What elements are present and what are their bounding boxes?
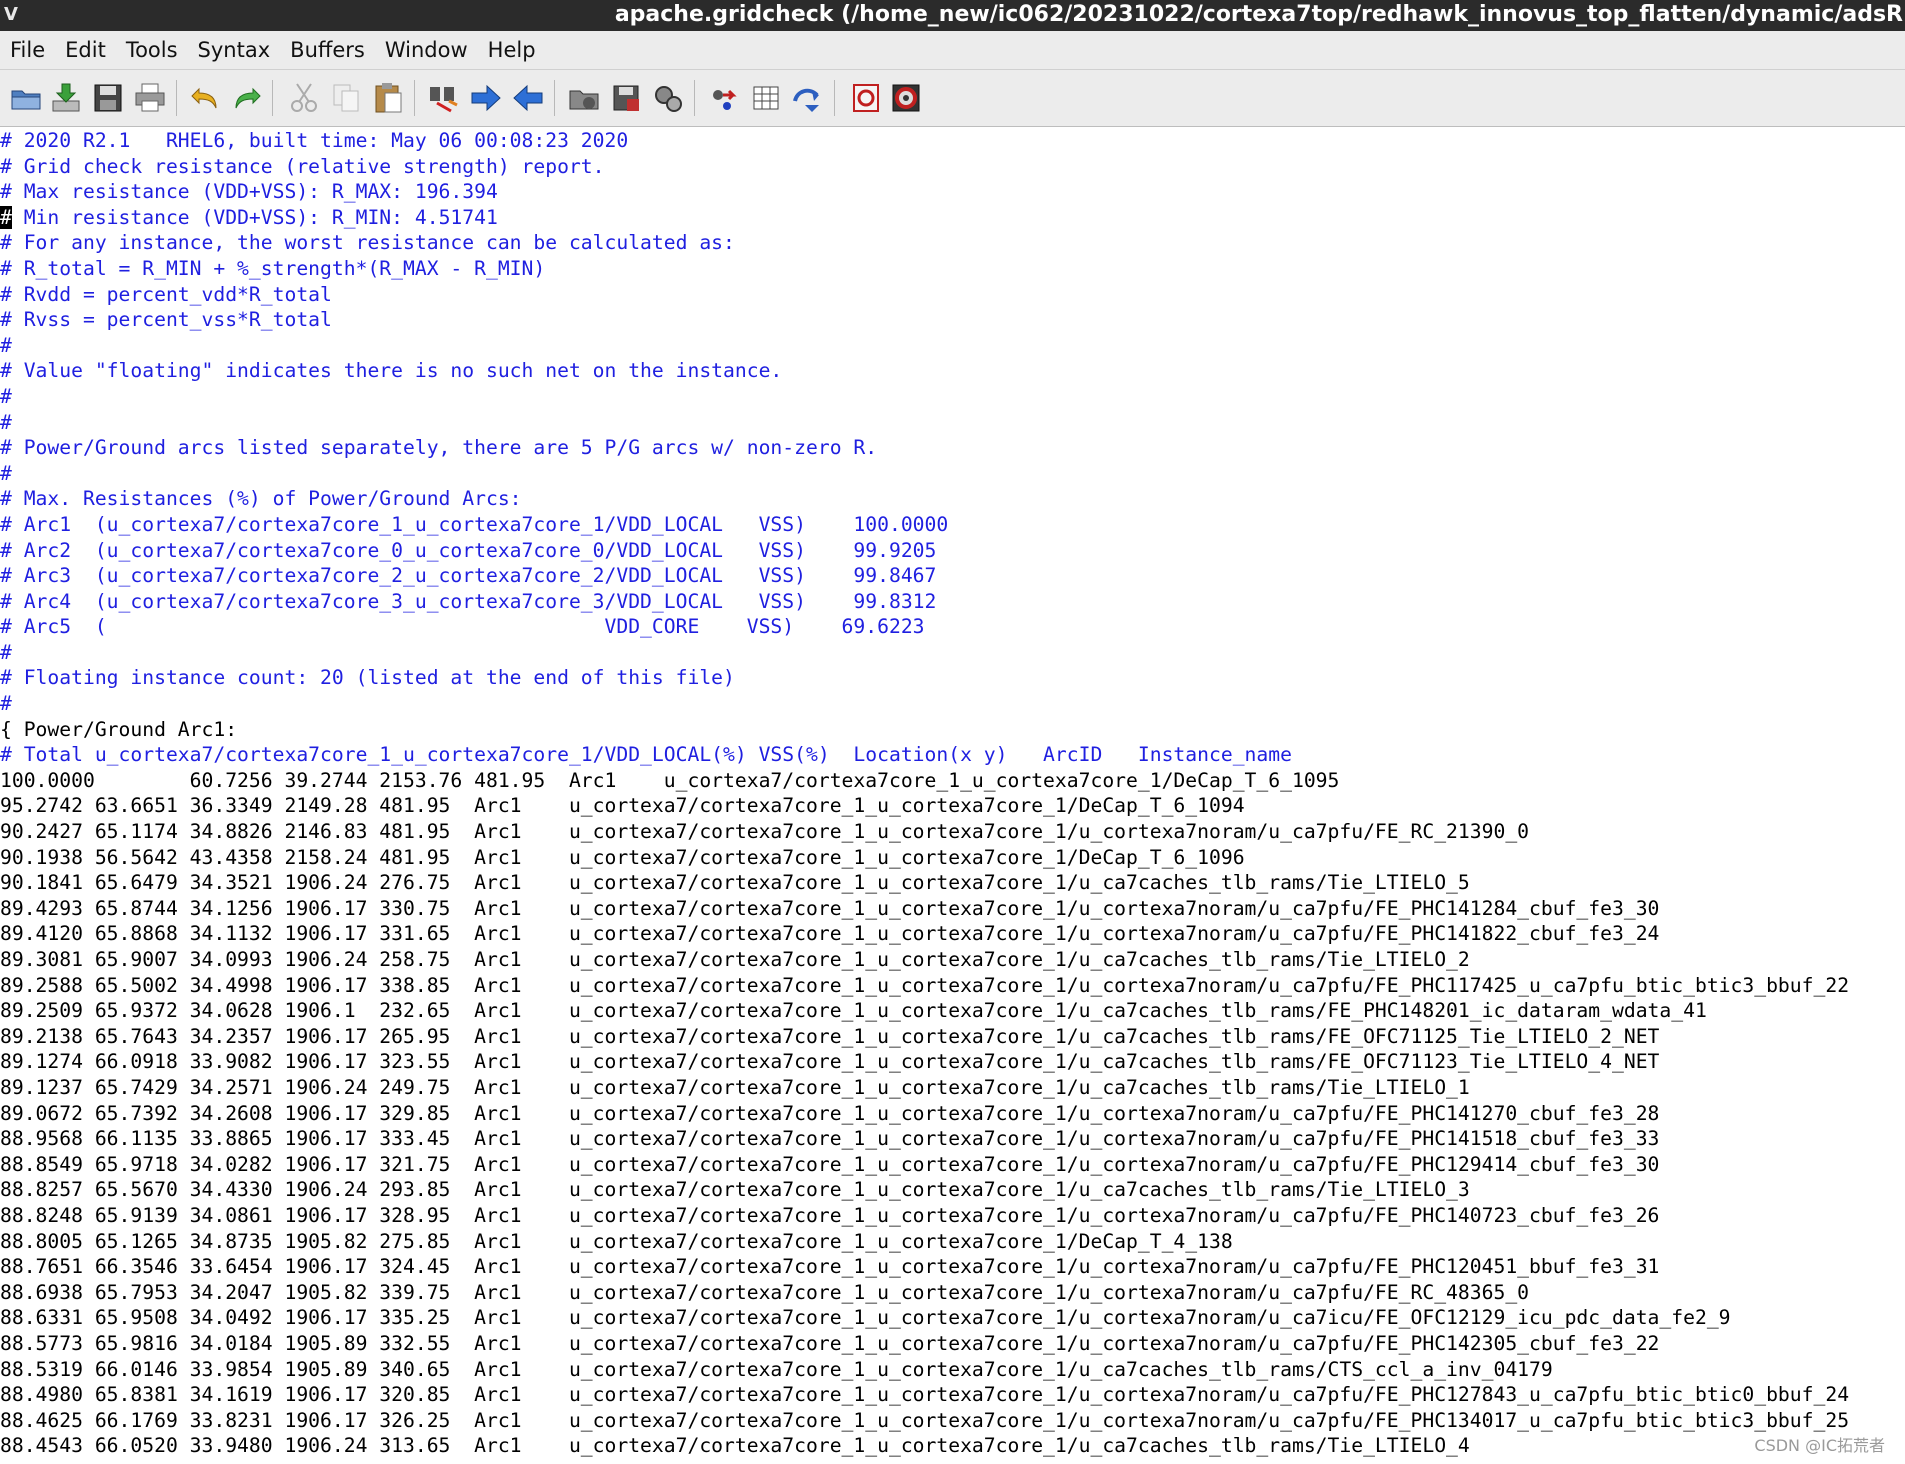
data-row: 89.2588 65.5002 34.4998 1906.17 338.85 A… [0, 973, 1850, 997]
data-row: 100.0000 60.7256 39.2744 2153.76 481.95 … [0, 768, 1340, 792]
toolbar [0, 70, 1905, 127]
text-cursor: # [0, 205, 12, 229]
print-icon[interactable] [130, 78, 170, 118]
help-icon[interactable] [846, 78, 886, 118]
title-bar: V apache.gridcheck (/home_new/ic062/2023… [0, 0, 1905, 31]
back-icon[interactable] [508, 78, 548, 118]
header-line: # [0, 640, 12, 664]
header-line: # [0, 410, 12, 434]
header-line: # Value "floating" indicates there is no… [0, 359, 783, 383]
data-row: 88.8248 65.9139 34.0861 1906.17 328.95 A… [0, 1203, 1660, 1227]
block-open-line: { Power/Ground Arc1: [0, 717, 238, 741]
menu-help[interactable]: Help [478, 31, 546, 69]
data-row: 88.8005 65.1265 34.8735 1905.82 275.85 A… [0, 1229, 1233, 1253]
menu-tools[interactable]: Tools [116, 31, 188, 69]
find-help-icon[interactable] [886, 78, 926, 118]
make-icon[interactable] [704, 78, 744, 118]
header-line-rest: Min resistance (VDD+VSS): R_MIN: 4.51741 [11, 205, 498, 229]
data-row: 88.8549 65.9718 34.0282 1906.17 321.75 A… [0, 1152, 1660, 1176]
undo-icon[interactable] [186, 78, 226, 118]
header-line: # [0, 333, 12, 357]
menu-syntax[interactable]: Syntax [188, 31, 281, 69]
data-row: 89.2138 65.7643 34.2357 1906.17 265.95 A… [0, 1024, 1660, 1048]
header-line: # [0, 384, 12, 408]
copy-icon[interactable] [326, 78, 366, 118]
data-row: 88.4980 65.8381 34.1619 1906.17 320.85 A… [0, 1383, 1850, 1407]
arc-line: # Arc2 (u_cortexa7/cortexa7core_0_u_cort… [0, 538, 937, 562]
header-line: # Grid check resistance (relative streng… [0, 154, 605, 178]
menu-buffers[interactable]: Buffers [280, 31, 375, 69]
header-line: # [0, 692, 12, 716]
header-line: # [0, 461, 12, 485]
toolbar-separator [694, 80, 695, 116]
save-icon[interactable] [88, 78, 128, 118]
data-row: 90.2427 65.1174 34.8826 2146.83 481.95 A… [0, 820, 1530, 844]
data-row: 88.5319 66.0146 33.9854 1905.89 340.65 A… [0, 1357, 1553, 1381]
data-row: 89.0672 65.7392 34.2608 1906.17 329.85 A… [0, 1101, 1660, 1125]
find-replace-icon[interactable] [424, 78, 464, 118]
header-line: # Max. Resistances (%) of Power/Ground A… [0, 487, 522, 511]
toolbar-separator [414, 80, 415, 116]
data-row: 88.4625 66.1769 33.8231 1906.17 326.25 A… [0, 1408, 1850, 1432]
data-row: 88.7651 66.3546 33.6454 1906.17 324.45 A… [0, 1255, 1660, 1279]
data-row: 88.6938 65.7953 34.2047 1905.82 339.75 A… [0, 1280, 1530, 1304]
open-icon[interactable] [6, 78, 46, 118]
header-line: # 2020 R2.1 RHEL6, built time: May 06 00… [0, 129, 629, 152]
build-tags-icon[interactable] [746, 78, 786, 118]
text-editor[interactable]: # 2020 R2.1 RHEL6, built time: May 06 00… [0, 128, 1905, 1464]
data-row: 89.2509 65.9372 34.0628 1906.1 232.65 Ar… [0, 999, 1707, 1023]
header-line: # Rvss = percent_vss*R_total [0, 308, 332, 332]
run-script-icon[interactable] [648, 78, 688, 118]
data-row: 88.4543 66.0520 33.9480 1906.24 313.65 A… [0, 1434, 1470, 1458]
toolbar-separator [176, 80, 177, 116]
data-rows: 95.2742 63.6651 36.3349 2149.28 481.95 A… [0, 793, 1905, 1458]
header-line: # For any instance, the worst resistance… [0, 231, 735, 255]
arc-line: # Arc1 (u_cortexa7/cortexa7core_1_u_cort… [0, 512, 949, 536]
forward-icon[interactable] [466, 78, 506, 118]
data-row: 89.1237 65.7429 34.2571 1906.24 249.75 A… [0, 1075, 1470, 1099]
load-session-icon[interactable] [564, 78, 604, 118]
data-row: 95.2742 63.6651 36.3349 2149.28 481.95 A… [0, 794, 1245, 818]
data-row: 88.8257 65.5670 34.4330 1906.24 293.85 A… [0, 1178, 1470, 1202]
header-line-cursor: # Min resistance (VDD+VSS): R_MIN: 4.517… [0, 205, 1905, 231]
data-row: 88.9568 66.1135 33.8865 1906.17 333.45 A… [0, 1127, 1660, 1151]
header-line: # Max resistance (VDD+VSS): R_MAX: 196.3… [0, 180, 498, 204]
data-row: 89.3081 65.9007 34.0993 1906.24 258.75 A… [0, 948, 1470, 971]
arc-line: # Arc4 (u_cortexa7/cortexa7core_3_u_cort… [0, 589, 937, 613]
column-header-line: # Total u_cortexa7/cortexa7core_1_u_cort… [0, 743, 1292, 767]
vim-app-icon[interactable]: V [4, 4, 28, 26]
arc-line: # Arc5 ( VDD_CORE VSS) 69.6223 [0, 615, 925, 639]
menu-window[interactable]: Window [375, 31, 478, 69]
save-session-icon[interactable] [606, 78, 646, 118]
data-row: 90.1938 56.5642 43.4358 2158.24 481.95 A… [0, 845, 1245, 869]
data-row: 89.4120 65.8868 34.1132 1906.17 331.65 A… [0, 922, 1660, 946]
jump-tag-icon[interactable] [788, 78, 828, 118]
toolbar-separator [272, 80, 273, 116]
data-row: 89.1274 66.0918 33.9082 1906.17 323.55 A… [0, 1050, 1660, 1074]
arc-line: # Arc3 (u_cortexa7/cortexa7core_2_u_cort… [0, 564, 937, 588]
menu-edit[interactable]: Edit [55, 31, 116, 69]
save-download-icon[interactable] [46, 78, 86, 118]
toolbar-separator [834, 80, 835, 116]
data-row: 89.4293 65.8744 34.1256 1906.17 330.75 A… [0, 896, 1660, 920]
data-row: 90.1841 65.6479 34.3521 1906.24 276.75 A… [0, 871, 1470, 895]
data-row: 88.5773 65.9816 34.0184 1905.89 332.55 A… [0, 1331, 1660, 1355]
toolbar-separator [554, 80, 555, 116]
paste-icon[interactable] [368, 78, 408, 118]
cut-icon[interactable] [284, 78, 324, 118]
header-line: # R_total = R_MIN + %_strength*(R_MAX - … [0, 256, 546, 280]
data-row: 88.6331 65.9508 34.0492 1906.17 335.25 A… [0, 1306, 1731, 1330]
header-line: # Rvdd = percent_vdd*R_total [0, 282, 332, 306]
menu-bar: File Edit Tools Syntax Buffers Window Help [0, 31, 1905, 70]
header-line: # Power/Ground arcs listed separately, t… [0, 436, 878, 460]
header-line: # Floating instance count: 20 (listed at… [0, 666, 735, 690]
window-title: apache.gridcheck (/home_new/ic062/202310… [614, 2, 1903, 27]
redo-icon[interactable] [226, 78, 266, 118]
watermark: CSDN @IC拓荒者 [1754, 1436, 1885, 1455]
menu-file[interactable]: File [0, 31, 55, 69]
